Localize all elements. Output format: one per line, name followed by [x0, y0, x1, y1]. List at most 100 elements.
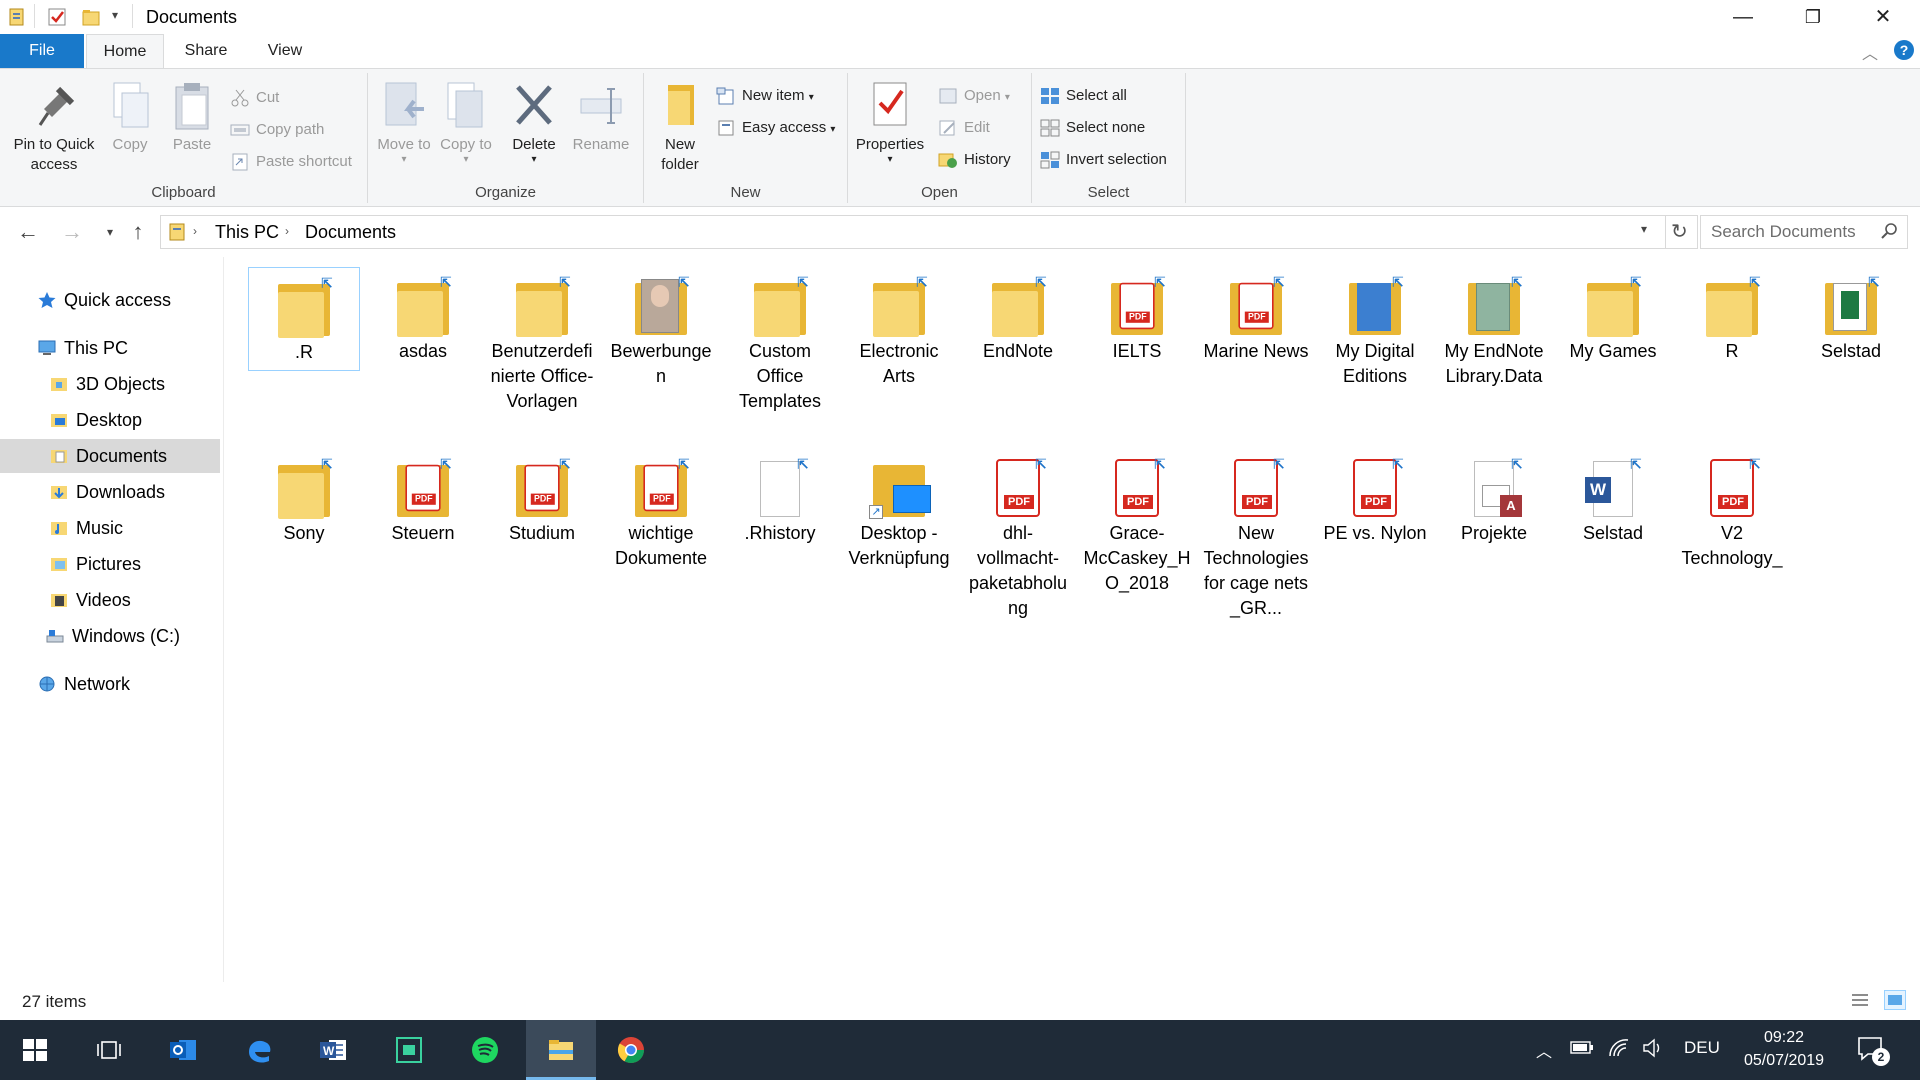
up-arrow-icon[interactable]: ↑: [124, 219, 152, 247]
file-item[interactable]: PDF ⇱ Steuern: [367, 449, 479, 546]
breadcrumb-documents[interactable]: Documents: [305, 222, 396, 243]
outlook-taskbar-button[interactable]: [152, 1020, 214, 1080]
clock[interactable]: 09:22 05/07/2019: [1736, 1026, 1832, 1072]
new-folder-button[interactable]: New folder: [650, 79, 710, 175]
restore-button[interactable]: ❐: [1783, 0, 1843, 34]
file-explorer-taskbar-button[interactable]: [526, 1020, 596, 1080]
task-view-button[interactable]: [78, 1020, 140, 1080]
nav-this-pc[interactable]: This PC: [0, 331, 220, 365]
edge-taskbar-button[interactable]: [228, 1020, 290, 1080]
tab-file[interactable]: File: [0, 34, 84, 68]
select-all-button[interactable]: Select all: [1040, 83, 1127, 109]
copy-button[interactable]: Copy: [104, 79, 156, 155]
close-button[interactable]: ✕: [1853, 0, 1913, 34]
nav-desktop[interactable]: Desktop: [0, 403, 220, 437]
history-button[interactable]: History: [938, 147, 1011, 173]
properties-check-icon[interactable]: [48, 8, 66, 26]
search-input[interactable]: Search Documents: [1700, 215, 1908, 249]
nav-quick-access[interactable]: Quick access: [0, 283, 220, 317]
file-item[interactable]: ⇱ Benutzerdefinierte Office-Vorlagen: [486, 267, 598, 414]
file-item[interactable]: ⇱ Sony: [248, 449, 360, 546]
file-item[interactable]: ⇱ My EndNote Library.Data: [1438, 267, 1550, 389]
easy-access-button[interactable]: Easy access ▾: [716, 115, 835, 141]
chrome-taskbar-button[interactable]: [600, 1020, 662, 1080]
file-item[interactable]: ↗ Desktop - Verknüpfung: [843, 449, 955, 571]
pin-to-quick-access-button[interactable]: Pin to Quick access: [6, 79, 102, 175]
file-item[interactable]: ⇱ Electronic Arts: [843, 267, 955, 389]
help-icon[interactable]: ?: [1894, 40, 1914, 60]
nav-documents[interactable]: Documents: [0, 439, 220, 473]
collapse-ribbon-chevron-icon[interactable]: ︿: [1862, 40, 1878, 64]
refresh-icon[interactable]: ↻: [1671, 219, 1688, 244]
file-item[interactable]: ⇱ Bewerbungen: [605, 267, 717, 389]
rename-button[interactable]: Rename: [568, 79, 634, 155]
file-item[interactable]: ⇱ My Digital Editions: [1319, 267, 1431, 389]
breadcrumb-chevron-icon[interactable]: ›: [285, 224, 289, 238]
action-center-button[interactable]: 2: [1856, 1034, 1890, 1066]
file-item[interactable]: ⇱ asdas: [367, 267, 479, 364]
show-hidden-icons-chevron-icon[interactable]: ︿: [1536, 1038, 1552, 1062]
forward-arrow-icon[interactable]: →: [58, 219, 86, 247]
word-taskbar-button[interactable]: W: [302, 1020, 364, 1080]
large-icons-view-icon[interactable]: [1884, 990, 1906, 1010]
file-item[interactable]: PDF ⇱ Grace-McCaskey_HO_2018: [1081, 449, 1193, 596]
customize-toolbar-chevron-icon[interactable]: ▾: [112, 8, 118, 22]
edit-button[interactable]: Edit: [938, 115, 990, 141]
spotify-taskbar-button[interactable]: [454, 1020, 516, 1080]
nav-network[interactable]: Network: [0, 667, 220, 701]
file-item[interactable]: ⇱ .R: [248, 267, 360, 371]
file-item[interactable]: ⇱ R: [1676, 267, 1788, 364]
properties-button[interactable]: Properties ▾: [854, 79, 926, 165]
nav-videos[interactable]: Videos: [0, 583, 220, 617]
file-item[interactable]: PDF ⇱ Marine News: [1200, 267, 1312, 364]
nav-pictures[interactable]: Pictures: [0, 547, 220, 581]
nav-music[interactable]: Music: [0, 511, 220, 545]
breadcrumb-this-pc[interactable]: This PC: [215, 222, 279, 243]
copy-path-button[interactable]: Copy path: [230, 117, 324, 143]
paste-button[interactable]: Paste: [166, 79, 218, 155]
open-button[interactable]: Open ▾: [938, 83, 1010, 109]
file-item[interactable]: ⇱ EndNote: [962, 267, 1074, 364]
file-item[interactable]: PDF ⇱ Studium: [486, 449, 598, 546]
tab-share[interactable]: Share: [172, 34, 240, 68]
select-none-button[interactable]: Select none: [1040, 115, 1145, 141]
app-taskbar-button[interactable]: [378, 1020, 440, 1080]
new-folder-icon[interactable]: [82, 8, 100, 26]
breadcrumb-chevron-icon[interactable]: ›: [193, 224, 197, 238]
minimize-button[interactable]: —: [1713, 0, 1773, 34]
invert-selection-button[interactable]: Invert selection: [1040, 147, 1167, 173]
battery-icon[interactable]: [1570, 1040, 1594, 1056]
file-item[interactable]: PDF ⇱ PE vs. Nylon: [1319, 449, 1431, 546]
details-view-icon[interactable]: [1850, 992, 1870, 1010]
new-item-button[interactable]: New item ▾: [716, 83, 814, 109]
address-bar[interactable]: › This PC › Documents ▾ ↻: [160, 215, 1698, 249]
address-history-chevron-icon[interactable]: ▾: [1641, 222, 1647, 236]
file-item[interactable]: ⇱ My Games: [1557, 267, 1669, 364]
file-item[interactable]: PDF ⇱ dhl-vollmacht-paketabholung: [962, 449, 1074, 621]
volume-icon[interactable]: [1642, 1038, 1664, 1058]
folder-properties-icon[interactable]: [8, 8, 26, 26]
nav-3d-objects[interactable]: 3D Objects: [0, 367, 220, 401]
tab-view[interactable]: View: [254, 34, 316, 68]
paste-shortcut-button[interactable]: Paste shortcut: [230, 149, 352, 175]
recent-locations-chevron-icon[interactable]: ▾: [96, 219, 124, 247]
nav-downloads[interactable]: Downloads: [0, 475, 220, 509]
file-item[interactable]: ⇱ Custom Office Templates: [724, 267, 836, 414]
wifi-icon[interactable]: [1608, 1038, 1630, 1058]
back-arrow-icon[interactable]: ←: [14, 219, 42, 247]
file-item[interactable]: PDF ⇱ New Technologies for cage nets _GR.…: [1200, 449, 1312, 621]
move-to-button[interactable]: Move to ▾: [376, 79, 432, 165]
cut-button[interactable]: Cut: [230, 85, 279, 111]
file-item[interactable]: ⇱ Selstad: [1795, 267, 1907, 364]
input-language[interactable]: DEU: [1684, 1038, 1720, 1058]
copy-to-button[interactable]: Copy to ▾: [438, 79, 494, 165]
file-item[interactable]: W ⇱ Selstad: [1557, 449, 1669, 546]
nav-windows-c[interactable]: Windows (C:): [0, 619, 220, 653]
file-item[interactable]: PDF ⇱ IELTS: [1081, 267, 1193, 364]
tab-home[interactable]: Home: [86, 34, 164, 68]
file-item[interactable]: PDF ⇱ wichtige Dokumente: [605, 449, 717, 571]
file-item[interactable]: A ⇱ Projekte: [1438, 449, 1550, 546]
file-item[interactable]: PDF ⇱ V2 Technology_: [1676, 449, 1788, 571]
start-button[interactable]: [4, 1020, 66, 1080]
delete-button[interactable]: Delete ▾: [506, 79, 562, 165]
